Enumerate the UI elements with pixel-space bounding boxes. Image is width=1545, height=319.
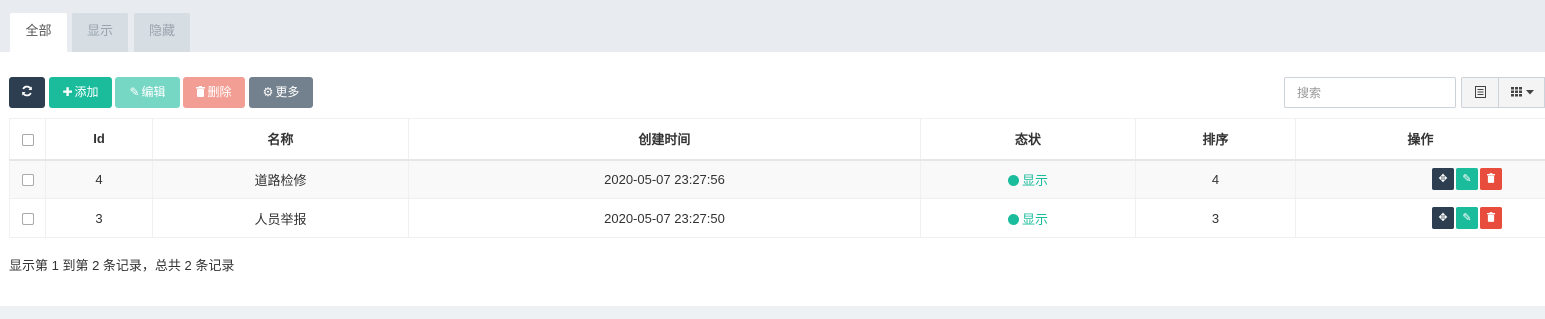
cell-created: 2020-05-07 23:27:50: [408, 198, 921, 238]
status-dot-icon: [1007, 174, 1019, 186]
tab-show[interactable]: 显示: [72, 13, 128, 52]
search-input[interactable]: [1284, 77, 1456, 108]
header-name[interactable]: 名称: [152, 118, 409, 161]
row-edit-button[interactable]: ✎: [1456, 168, 1478, 191]
gear-icon: ⚙: [262, 85, 274, 99]
header-weigh[interactable]: 排序: [1135, 118, 1296, 161]
content-panel: ✚ 添加 ✎ 编辑 删除 ⚙ 更多 搜索 Id 名称 创建时间 态状 排序 操作…: [0, 52, 1545, 306]
cell-id: 3: [45, 198, 153, 238]
header-select-all[interactable]: [9, 118, 46, 161]
status-dot-icon: [1007, 213, 1019, 225]
status-badge[interactable]: 显示: [1007, 172, 1048, 188]
row-checkbox[interactable]: [21, 174, 34, 187]
cell-name: 道路检修: [152, 159, 409, 199]
header-operate: 操作: [1295, 118, 1545, 161]
cell-weigh: 4: [1135, 159, 1296, 199]
tab-all[interactable]: 全部: [10, 13, 67, 52]
row-select-cell[interactable]: [9, 159, 46, 199]
row-delete-button[interactable]: [1480, 207, 1502, 229]
header-created[interactable]: 创建时间: [408, 118, 921, 161]
tab-bar: 全部 显示 隐藏: [0, 0, 1545, 52]
drag-sort-button[interactable]: ✥: [1432, 168, 1454, 191]
cell-name: 人员举报: [152, 198, 409, 238]
row-delete-button[interactable]: [1480, 168, 1502, 191]
trash-icon: [196, 77, 206, 108]
refresh-icon: [22, 85, 32, 97]
cell-status: 显示: [920, 198, 1136, 238]
footer-strip: [0, 306, 1545, 319]
row-checkbox[interactable]: [21, 213, 34, 226]
table-row[interactable]: 4 道路检修 2020-05-07 23:27:56 显示 4 ✥ ✎: [9, 159, 1545, 199]
add-label: 添加: [74, 85, 99, 99]
toggle-view-button[interactable]: [1462, 78, 1499, 107]
header-status[interactable]: 态状: [920, 118, 1136, 161]
drag-sort-button[interactable]: ✥: [1432, 207, 1454, 229]
list-icon: [1474, 86, 1486, 98]
status-label: 显示: [1021, 172, 1048, 188]
table-row[interactable]: 3 人员举报 2020-05-07 23:27:50 显示 3 ✥ ✎: [9, 198, 1545, 238]
pencil-icon: ✎: [1462, 173, 1472, 186]
edit-label: 编辑: [141, 85, 166, 99]
data-table: Id 名称 创建时间 态状 排序 操作 4 道路检修 2020-05-07 23…: [9, 118, 1545, 238]
add-button[interactable]: ✚ 添加: [49, 77, 112, 108]
more-button[interactable]: ⚙ 更多: [249, 77, 313, 108]
caret-down-icon: [1526, 90, 1535, 95]
plus-icon: ✚: [62, 85, 73, 99]
move-icon: ✥: [1438, 212, 1448, 224]
cell-id: 4: [45, 159, 153, 199]
header-id[interactable]: Id: [45, 118, 153, 161]
view-toggle-group: [1461, 77, 1545, 108]
cell-created: 2020-05-07 23:27:56: [408, 159, 921, 199]
more-label: 更多: [275, 85, 300, 99]
row-edit-button[interactable]: ✎: [1456, 207, 1478, 229]
cell-operate: ✥ ✎: [1295, 159, 1545, 199]
refresh-button[interactable]: [9, 77, 45, 108]
trash-icon: [1487, 173, 1495, 184]
cell-status: 显示: [920, 159, 1136, 199]
status-label: 显示: [1021, 211, 1048, 227]
grid-icon: [1510, 87, 1522, 97]
edit-button[interactable]: ✎ 编辑: [115, 77, 180, 108]
pagination-summary: 显示第 1 到第 2 条记录，总共 2 条记录: [9, 258, 235, 273]
select-all-checkbox[interactable]: [21, 133, 34, 146]
delete-label: 删除: [207, 85, 232, 99]
status-badge[interactable]: 显示: [1007, 211, 1048, 227]
row-select-cell[interactable]: [9, 198, 46, 238]
cell-weigh: 3: [1135, 198, 1296, 238]
pencil-icon: ✎: [1462, 212, 1472, 224]
cell-operate: ✥ ✎: [1295, 198, 1545, 238]
columns-dropdown-button[interactable]: [1499, 78, 1545, 107]
tab-hide[interactable]: 隐藏: [134, 13, 190, 52]
pencil-icon: ✎: [129, 85, 140, 99]
move-icon: ✥: [1438, 173, 1448, 186]
delete-button[interactable]: 删除: [183, 77, 245, 108]
table-header-row: Id 名称 创建时间 态状 排序 操作: [9, 118, 1545, 161]
trash-icon: [1487, 212, 1495, 222]
